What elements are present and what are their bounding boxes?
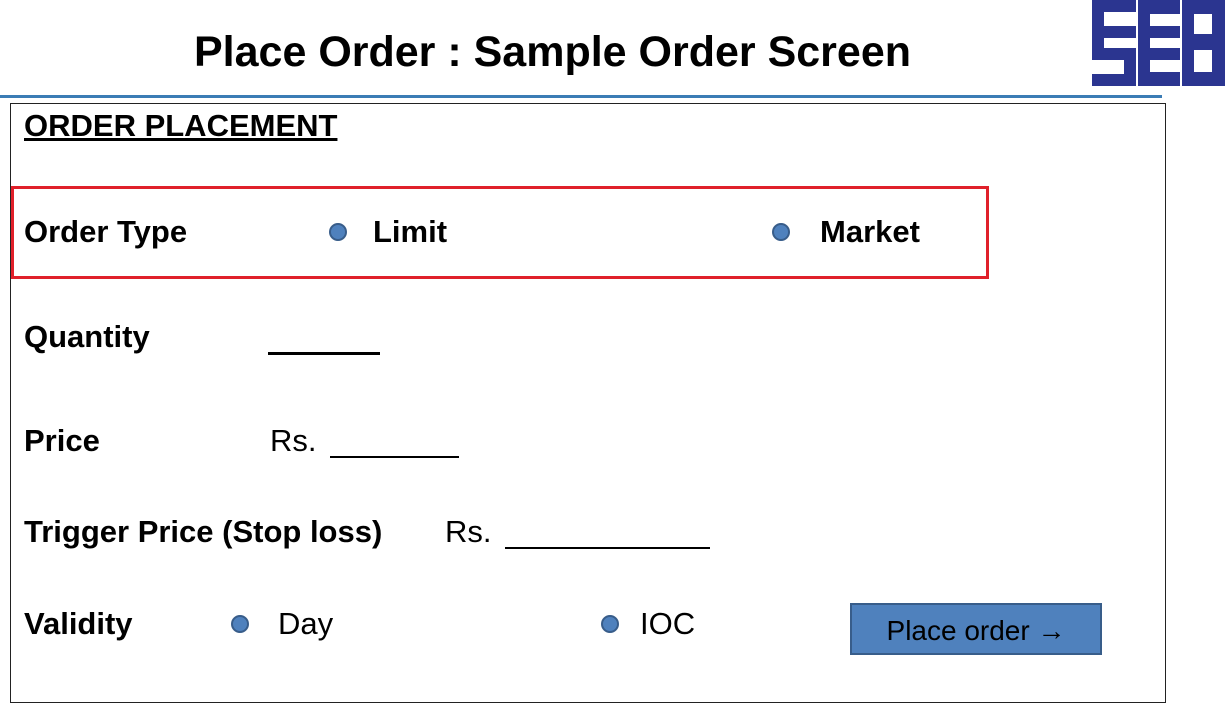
radio-button-icon[interactable] <box>329 223 347 241</box>
place-order-button[interactable]: Place order → <box>850 603 1102 655</box>
validity-option-day[interactable]: Day <box>278 606 333 642</box>
order-type-option-limit[interactable]: Limit <box>373 214 447 250</box>
radio-button-icon[interactable] <box>601 615 619 633</box>
price-label: Price <box>24 423 100 458</box>
validity-label: Validity <box>24 606 133 641</box>
price-currency: Rs. <box>270 423 317 458</box>
price-input[interactable] <box>330 456 459 458</box>
order-type-option-market[interactable]: Market <box>820 214 920 250</box>
order-type-label: Order Type <box>24 214 188 249</box>
quantity-label: Quantity <box>24 319 150 354</box>
validity-option-ioc[interactable]: IOC <box>640 606 695 642</box>
radio-button-icon[interactable] <box>231 615 249 633</box>
page-title: Place Order : Sample Order Screen <box>194 28 911 76</box>
radio-button-icon[interactable] <box>772 223 790 241</box>
sebi-logo <box>1092 0 1225 86</box>
header-divider <box>0 95 1162 98</box>
section-heading: ORDER PLACEMENT <box>24 108 338 143</box>
quantity-input[interactable] <box>268 352 380 355</box>
trigger-price-input[interactable] <box>505 547 710 549</box>
trigger-price-currency: Rs. <box>445 514 492 549</box>
trigger-price-label: Trigger Price (Stop loss) <box>24 514 383 549</box>
